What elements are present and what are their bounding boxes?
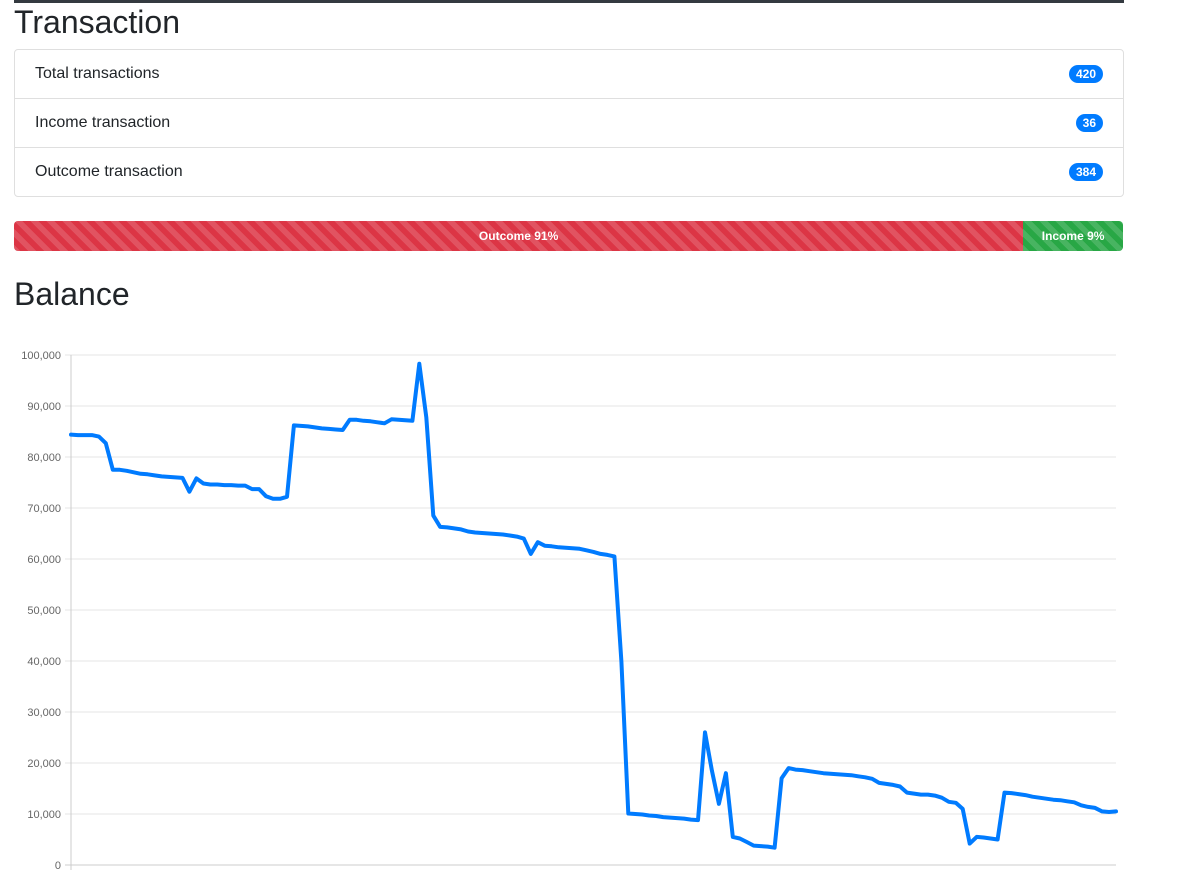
count-badge: 384: [1068, 163, 1103, 181]
y-tick-label: 80,000: [27, 452, 61, 464]
list-item-income-transaction: Income transaction 36: [15, 98, 1123, 147]
income-progress-segment: Income 9%: [1023, 221, 1123, 251]
list-item-outcome-transaction: Outcome transaction 384: [15, 147, 1123, 196]
y-tick-label: 100,000: [21, 350, 61, 362]
balance-heading: Balance: [14, 276, 130, 312]
y-tick-label: 40,000: [27, 656, 61, 668]
outcome-progress-segment: Outcome 91%: [14, 221, 1024, 251]
balance-line-chart: 0 10,000 20,000 30,000 40,000 50,000 60,000 70,…: [21, 350, 1118, 872]
list-item-total-transactions: Total transactions 420: [15, 50, 1123, 98]
income-outcome-progress-bar: Outcome 91% Income 9%: [14, 221, 1123, 251]
y-tick-label: 10,000: [27, 809, 61, 821]
y-tick-label: 20,000: [27, 758, 61, 770]
count-badge: 36: [1075, 114, 1103, 132]
y-tick-label: 90,000: [27, 401, 61, 413]
y-tick-label: 30,000: [27, 707, 61, 719]
y-tick-label: 70,000: [27, 503, 61, 515]
count-badge: 420: [1068, 65, 1103, 83]
balance-series-line: [69, 361, 1118, 850]
list-item-label: Total transactions: [35, 65, 160, 82]
y-tick-label: 60,000: [27, 554, 61, 566]
transaction-summary-list: Total transactions 420 Income transactio…: [14, 49, 1124, 197]
transaction-heading: Transaction: [14, 4, 180, 40]
y-tick-label: 0: [55, 860, 61, 872]
list-item-label: Income transaction: [35, 114, 171, 131]
y-tick-label: 50,000: [27, 605, 61, 617]
list-item-label: Outcome transaction: [35, 163, 183, 180]
top-divider: [14, 0, 1124, 3]
